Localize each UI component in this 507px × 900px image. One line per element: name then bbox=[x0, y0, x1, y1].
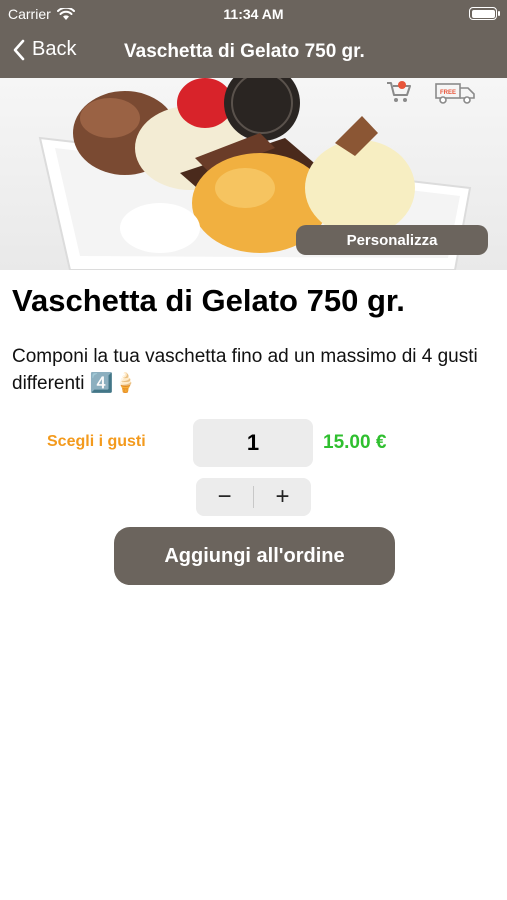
quantity-stepper[interactable]: − + bbox=[196, 478, 311, 516]
battery-icon bbox=[469, 7, 500, 20]
truck-badge-text: FREE bbox=[440, 90, 456, 96]
truck-icon[interactable]: FREE bbox=[434, 80, 478, 106]
increment-button[interactable]: + bbox=[254, 478, 311, 516]
nav-title: Vaschetta di Gelato 750 gr. bbox=[124, 41, 365, 62]
price-label: 15.00 € bbox=[323, 432, 387, 453]
navigation-bar: Back Vaschetta di Gelato 750 gr. bbox=[0, 28, 507, 78]
personalizza-button[interactable]: Personalizza bbox=[296, 225, 488, 255]
product-description: Componi la tua vaschetta fino ad un mass… bbox=[12, 346, 478, 394]
chevron-left-icon bbox=[13, 39, 25, 60]
back-button[interactable]: Back bbox=[12, 38, 76, 61]
choose-flavors-link[interactable]: Scegli i gusti bbox=[47, 433, 146, 451]
add-to-order-button[interactable]: Aggiungi all'ordine bbox=[114, 527, 395, 585]
status-bar: Carrier 11:34 AM bbox=[0, 0, 507, 28]
cart-icon[interactable] bbox=[386, 80, 412, 104]
product-title: Vaschetta di Gelato 750 gr. bbox=[12, 283, 405, 318]
back-label: Back bbox=[32, 38, 77, 60]
quantity-field[interactable]: 1 bbox=[193, 419, 313, 467]
decrement-button[interactable]: − bbox=[196, 478, 253, 516]
clock: 11:34 AM bbox=[223, 6, 284, 22]
